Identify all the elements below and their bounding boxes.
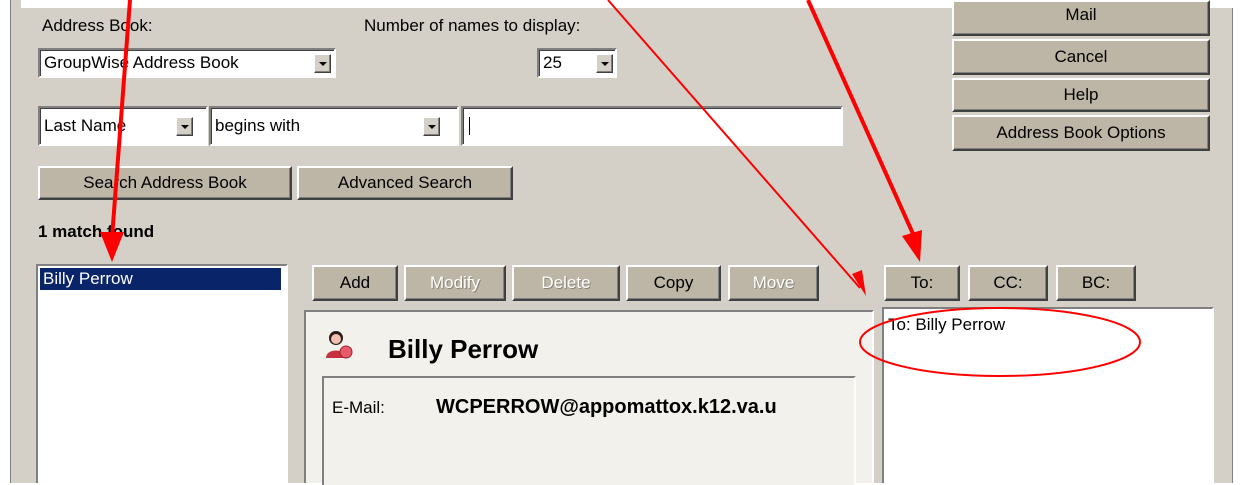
chevron-down-icon[interactable] [596,54,613,73]
move-button: Move [728,265,819,301]
advanced-search-button[interactable]: Advanced Search [297,166,513,200]
window-border-right [1232,8,1246,483]
recipient-list[interactable]: To: Billy Perrow [882,307,1214,483]
list-item[interactable]: Billy Perrow [40,268,281,290]
text-cursor [469,117,470,135]
results-list[interactable]: Billy Perrow [36,264,288,483]
contact-detail-panel: Billy Perrow E-Mail: WCPERROW@appomattox… [304,310,874,485]
match-count-status: 1 match found [38,222,155,241]
display-count-select-value: 25 [543,53,562,72]
search-operator-select-value: begins with [215,116,301,135]
display-count-select[interactable]: 25 [537,48,617,78]
dialog-frame: Address Book: GroupWise Address Book Num… [0,0,1246,485]
add-button[interactable]: Add [312,265,398,301]
address-book-options-button[interactable]: Address Book Options [952,115,1210,151]
contact-name: Billy Perrow [388,334,539,364]
display-count-label: Number of names to display: [364,16,581,35]
chevron-down-icon[interactable] [423,117,440,136]
cancel-button[interactable]: Cancel [952,39,1210,75]
search-input[interactable] [461,106,843,146]
search-field-select-value: Last Name [44,116,127,135]
contact-fields: E-Mail: WCPERROW@appomattox.k12.va.u [322,376,856,485]
email-value: WCPERROW@appomattox.k12.va.u [436,396,777,418]
chevron-down-icon[interactable] [314,54,331,73]
cc-button[interactable]: CC: [968,265,1048,301]
mail-button[interactable]: Mail [952,0,1210,36]
search-field-select[interactable]: Last Name [38,106,208,146]
person-icon [326,331,353,359]
copy-button[interactable]: Copy [626,265,721,301]
address-book-select[interactable]: GroupWise Address Book [38,48,336,78]
email-label: E-Mail: [332,398,385,417]
address-book-select-value: GroupWise Address Book [44,53,239,72]
delete-button: Delete [512,265,620,301]
help-button[interactable]: Help [952,78,1210,112]
search-operator-select[interactable]: begins with [209,106,459,146]
chevron-down-icon[interactable] [176,117,193,136]
list-item[interactable]: To: Billy Perrow [888,315,1005,335]
address-book-label: Address Book: [42,16,153,35]
search-address-book-button[interactable]: Search Address Book [38,166,292,200]
to-button[interactable]: To: [884,265,960,301]
bc-button[interactable]: BC: [1056,265,1136,301]
modify-button: Modify [404,265,506,301]
